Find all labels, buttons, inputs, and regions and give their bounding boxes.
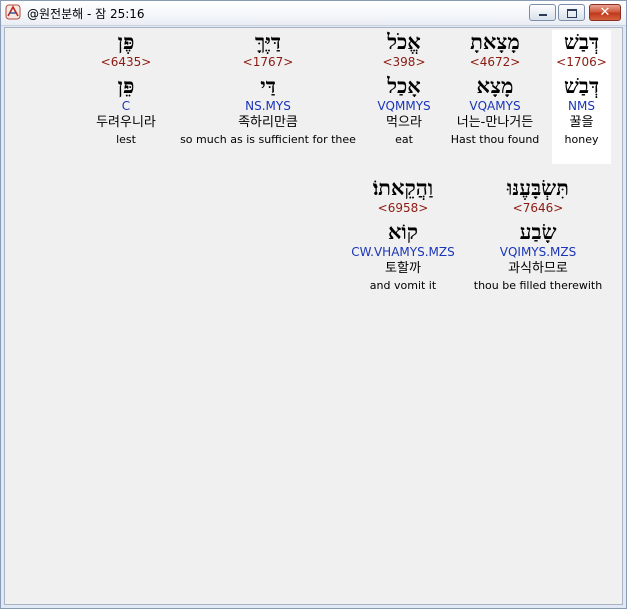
strong-number[interactable]: <7646> [470,200,606,216]
app-window: @원전분해 - 잠 25:16 ✕ דְּבַשׁ <1706> דְּבַשׁ… [0,0,627,609]
english-gloss: and vomit it [369,279,437,292]
word-block-6[interactable]: תִּשְׂבָּעֶנּוּ <7646> שָׂבַע VQIMYS.MZS… [470,176,606,310]
korean-translation: 족하리만큼 [238,115,298,130]
close-icon: ✕ [599,5,611,20]
korean-translation: 과식하므로 [508,261,568,276]
hebrew-word: מָצָאתָ [470,29,520,54]
korean-translation: 먹으라 [386,115,422,130]
window-title: @원전분해 - 잠 25:16 [27,7,145,21]
morphology-code: C [121,99,131,113]
hebrew-lemma: שָׂבַע [519,219,557,244]
hebrew-word: אֱכֹל [387,29,421,54]
word-block-3[interactable]: אֱכֹל <398> אָכַל VQMMYS 먹으라 eat [364,30,444,164]
hebrew-word: וַהֲקֵאתוֹ׃ [372,175,434,200]
strong-number[interactable]: <4672> [445,54,545,70]
word-block-2[interactable]: מָצָאתָ <4672> מָצָא VQAMYS 너는-만나거든 Hast… [445,30,545,164]
hebrew-word: תִּשְׂבָּעֶנּוּ [507,175,569,200]
morphology-code: VQIMYS.MZS [499,245,577,259]
english-gloss: so much as is sufficient for thee [180,133,356,146]
korean-translation: 너는-만나거든 [456,115,534,130]
hebrew-word: פֶּן [117,29,135,54]
maximize-button[interactable] [558,4,585,21]
hebrew-word: דְּבַשׁ [563,29,600,54]
strong-number[interactable]: <398> [364,54,444,70]
morphology-code: CW.VHAMYS.MZS [351,245,455,259]
word-block-5[interactable]: פֶּן <6435> פֵּן C 두려우니라 lest [81,30,171,164]
strong-number[interactable]: <6958> [341,200,465,216]
strong-number[interactable]: <6435> [81,54,171,70]
hebrew-lemma: דְּבַשׁ [563,73,600,98]
word-block-4[interactable]: דַּיֶּךָּ <1767> דַּי NS.MYS 족하리만큼 so mu… [171,30,365,164]
english-gloss: eat [395,133,413,146]
morphology-code: NMS [568,99,595,113]
morphology-code: VQAMYS [469,99,521,113]
strong-number[interactable]: <1767> [171,54,365,70]
hebrew-lemma: דַּי [260,73,276,98]
hebrew-lemma: מָצָא [476,73,514,98]
app-logo-icon[interactable] [5,4,21,20]
english-gloss: thou be filled therewith [473,279,603,292]
interlinear-panel: דְּבַשׁ <1706> דְּבַשׁ NMS 꿀을 honey מָצָ… [4,27,623,605]
korean-translation: 토할까 [385,261,421,276]
hebrew-lemma: קוֹא [387,219,419,244]
english-gloss: lest [116,133,136,146]
english-gloss: Hast thou found [450,133,540,146]
hebrew-lemma: אָכַל [387,73,421,98]
english-gloss: honey [564,133,599,146]
morphology-code: VQMMYS [377,99,431,113]
minimize-button[interactable] [529,4,556,21]
korean-translation: 두려우니라 [96,115,156,130]
word-block-1[interactable]: דְּבַשׁ <1706> דְּבַשׁ NMS 꿀을 honey [552,30,611,164]
close-button[interactable]: ✕ [589,4,621,21]
hebrew-word: דַּיֶּךָּ [255,29,281,54]
morphology-code: NS.MYS [245,99,291,113]
hebrew-lemma: פֵּן [117,73,135,98]
strong-number[interactable]: <1706> [552,54,611,70]
title-bar[interactable]: @원전분해 - 잠 25:16 ✕ [1,1,626,26]
word-block-7[interactable]: וַהֲקֵאתוֹ׃ <6958> קוֹא CW.VHAMYS.MZS 토할… [341,176,465,310]
korean-translation: 꿀을 [569,115,594,130]
